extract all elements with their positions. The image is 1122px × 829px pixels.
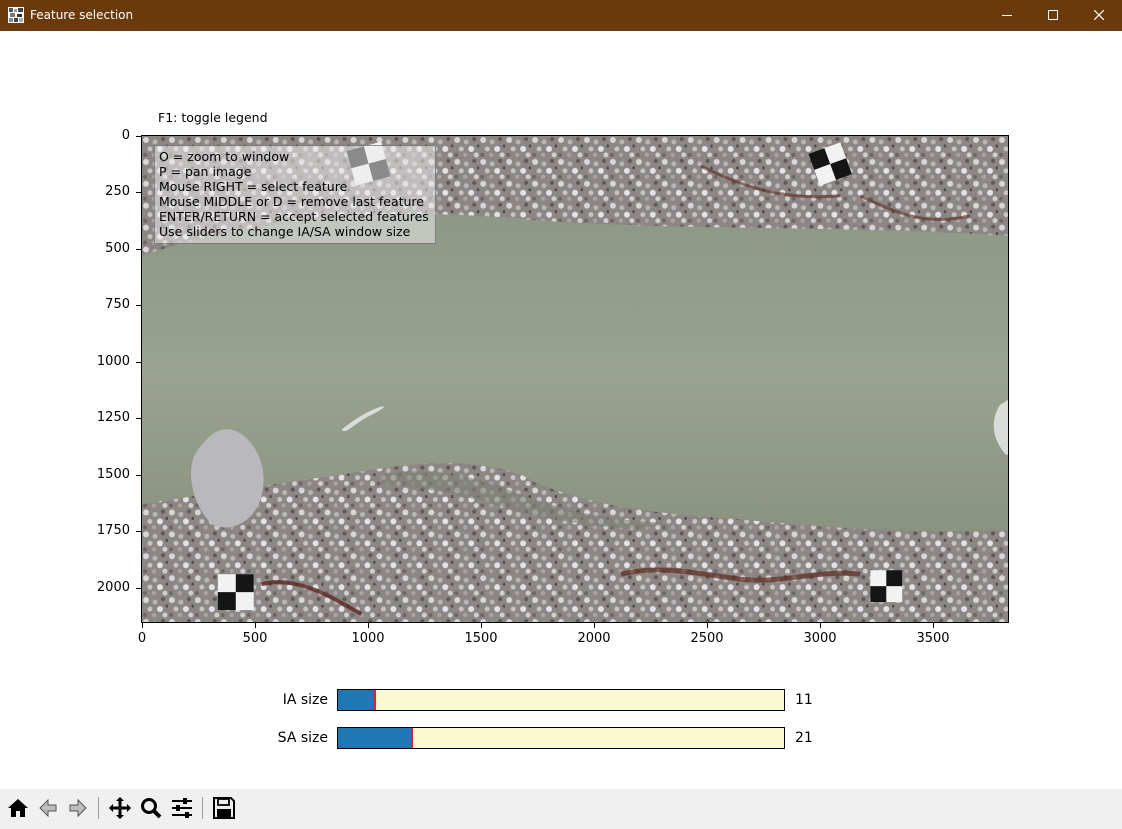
x-tick-label: 2000 <box>577 631 611 646</box>
configure-subplots-button[interactable] <box>167 793 197 823</box>
navigation-toolbar <box>0 789 1122 829</box>
legend-hint: F1: toggle legend <box>158 110 268 125</box>
minimize-button[interactable] <box>984 0 1030 31</box>
x-tick-label: 0 <box>137 631 147 646</box>
close-icon <box>1094 10 1104 20</box>
ia-size-slider-handle[interactable] <box>374 690 376 710</box>
x-tick-label: 3500 <box>916 631 950 646</box>
x-tick-label: 2500 <box>690 631 724 646</box>
sa-size-slider[interactable] <box>337 727 785 749</box>
x-tick-label: 3000 <box>803 631 837 646</box>
legend-line: O = zoom to window <box>159 149 290 164</box>
sa-size-slider-fill <box>338 728 412 748</box>
legend-box: O = zoom to window P = pan image Mouse R… <box>154 145 436 244</box>
y-tick-label: 0 <box>121 128 130 143</box>
x-tick-label: 1000 <box>351 631 385 646</box>
home-icon <box>8 799 28 817</box>
ia-size-slider[interactable] <box>337 689 785 711</box>
forward-button[interactable] <box>63 793 93 823</box>
ia-size-slider-fill <box>338 690 375 710</box>
y-tick-label: 750 <box>105 297 130 312</box>
x-tick-mark <box>820 623 821 628</box>
legend-line: Use sliders to change IA/SA window size <box>159 224 411 239</box>
x-tick-label: 1500 <box>464 631 498 646</box>
legend-line: Mouse RIGHT = select feature <box>159 179 348 194</box>
window-title: Feature selection <box>30 8 134 22</box>
x-tick-mark <box>255 623 256 628</box>
x-tick-mark <box>142 623 143 628</box>
close-button[interactable] <box>1076 0 1122 31</box>
legend-line: Mouse MIDDLE or D = remove last feature <box>159 194 424 209</box>
x-tick-mark <box>481 623 482 628</box>
x-tick-label: 500 <box>242 631 268 646</box>
configure-subplots-icon <box>172 798 192 818</box>
zoom-button[interactable] <box>136 793 166 823</box>
ia-size-value: 11 <box>795 692 813 708</box>
maximize-icon <box>1048 10 1058 20</box>
x-tick-mark <box>707 623 708 628</box>
y-tick-label: 1000 <box>96 354 130 369</box>
x-tick-mark <box>933 623 934 628</box>
forward-icon <box>69 798 87 818</box>
legend-line: P = pan image <box>159 164 252 179</box>
y-tick-label: 500 <box>105 241 130 256</box>
save-icon <box>213 797 235 819</box>
x-tick-mark <box>368 623 369 628</box>
y-tick-label: 1500 <box>96 467 130 482</box>
x-tick-mark <box>594 623 595 628</box>
home-button[interactable] <box>3 793 33 823</box>
back-button[interactable] <box>33 793 63 823</box>
minimize-icon <box>1002 15 1012 16</box>
save-button[interactable] <box>209 793 239 823</box>
y-tick-label: 1250 <box>96 410 130 425</box>
pan-button[interactable] <box>105 793 135 823</box>
zoom-icon <box>141 798 162 819</box>
y-tick-label: 1750 <box>96 523 130 538</box>
toolbar-separator <box>98 797 99 819</box>
pan-icon <box>109 797 131 819</box>
y-tick-label: 250 <box>105 184 130 199</box>
sa-size-label: SA size <box>277 730 328 746</box>
sa-size-slider-handle[interactable] <box>411 728 413 748</box>
ia-size-label: IA size <box>282 692 328 708</box>
image-axes[interactable]: O = zoom to window P = pan image Mouse R… <box>141 135 1009 623</box>
legend-line: ENTER/RETURN = accept selected features <box>159 209 429 224</box>
title-bar: Feature selection <box>0 0 1122 31</box>
maximize-button[interactable] <box>1030 0 1076 31</box>
y-tick-label: 2000 <box>96 580 130 595</box>
sa-size-value: 21 <box>795 730 813 746</box>
app-icon <box>8 7 24 23</box>
toolbar-separator <box>202 797 203 819</box>
back-icon <box>39 798 57 818</box>
